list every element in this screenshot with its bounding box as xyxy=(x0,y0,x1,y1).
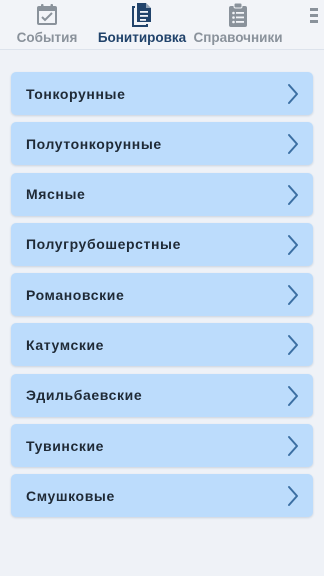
chevron-right-icon xyxy=(286,485,300,507)
chevron-right-icon xyxy=(286,234,300,256)
chevron-right-icon xyxy=(286,334,300,356)
calendar-check-icon xyxy=(34,2,60,28)
breed-label: Смушковые xyxy=(26,487,115,504)
chevron-right-icon xyxy=(286,184,300,206)
tab-bonitirovka-label: Бонитировка xyxy=(97,30,187,45)
breed-list-item[interactable]: Тувинские xyxy=(11,424,313,468)
top-tab-bar: События Бонитировка Справочники xyxy=(0,0,324,50)
breed-list: Тонкорунные Полутонкорунные Мясные Полугруб… xyxy=(11,72,313,525)
chevron-right-icon xyxy=(286,385,300,407)
tab-reference[interactable]: Справочники xyxy=(192,0,284,50)
breed-label: Полутонкорунные xyxy=(26,135,162,152)
chevron-right-icon xyxy=(286,435,300,457)
list-icon xyxy=(310,2,324,28)
tab-bonitirovka[interactable]: Бонитировка xyxy=(96,0,188,50)
tab-events[interactable]: События xyxy=(15,0,79,50)
breed-list-item[interactable]: Эдильбаевские xyxy=(11,373,313,417)
documents-icon xyxy=(129,2,155,28)
breed-list-item[interactable]: Мясные xyxy=(11,172,313,216)
clipboard-list-icon xyxy=(225,2,251,28)
breed-list-item[interactable]: Тонкорунные xyxy=(11,72,313,115)
chevron-right-icon xyxy=(286,83,300,105)
breed-list-item[interactable]: Полутонкорунные xyxy=(11,122,313,166)
breed-list-item[interactable]: Катумские xyxy=(11,323,313,367)
chevron-right-icon xyxy=(286,133,300,155)
breed-label: Полугрубошерстные xyxy=(26,236,181,253)
breed-label: Тонкорунные xyxy=(26,85,126,102)
tab-events-label: События xyxy=(16,30,78,45)
tab-reference-label: Справочники xyxy=(193,30,283,45)
breed-list-item[interactable]: Романовские xyxy=(11,273,313,317)
breed-label: Тувинские xyxy=(26,437,105,454)
breed-label: Мясные xyxy=(26,186,86,203)
chevron-right-icon xyxy=(286,284,300,306)
breed-list-item[interactable]: Смушковые xyxy=(11,474,313,518)
breed-label: Романовские xyxy=(26,286,125,303)
tab-more-partial[interactable] xyxy=(310,0,324,50)
breed-list-item[interactable]: Полугрубошерстные xyxy=(11,222,313,266)
breed-label: Катумские xyxy=(26,336,105,353)
breed-label: Эдильбаевские xyxy=(26,387,143,404)
